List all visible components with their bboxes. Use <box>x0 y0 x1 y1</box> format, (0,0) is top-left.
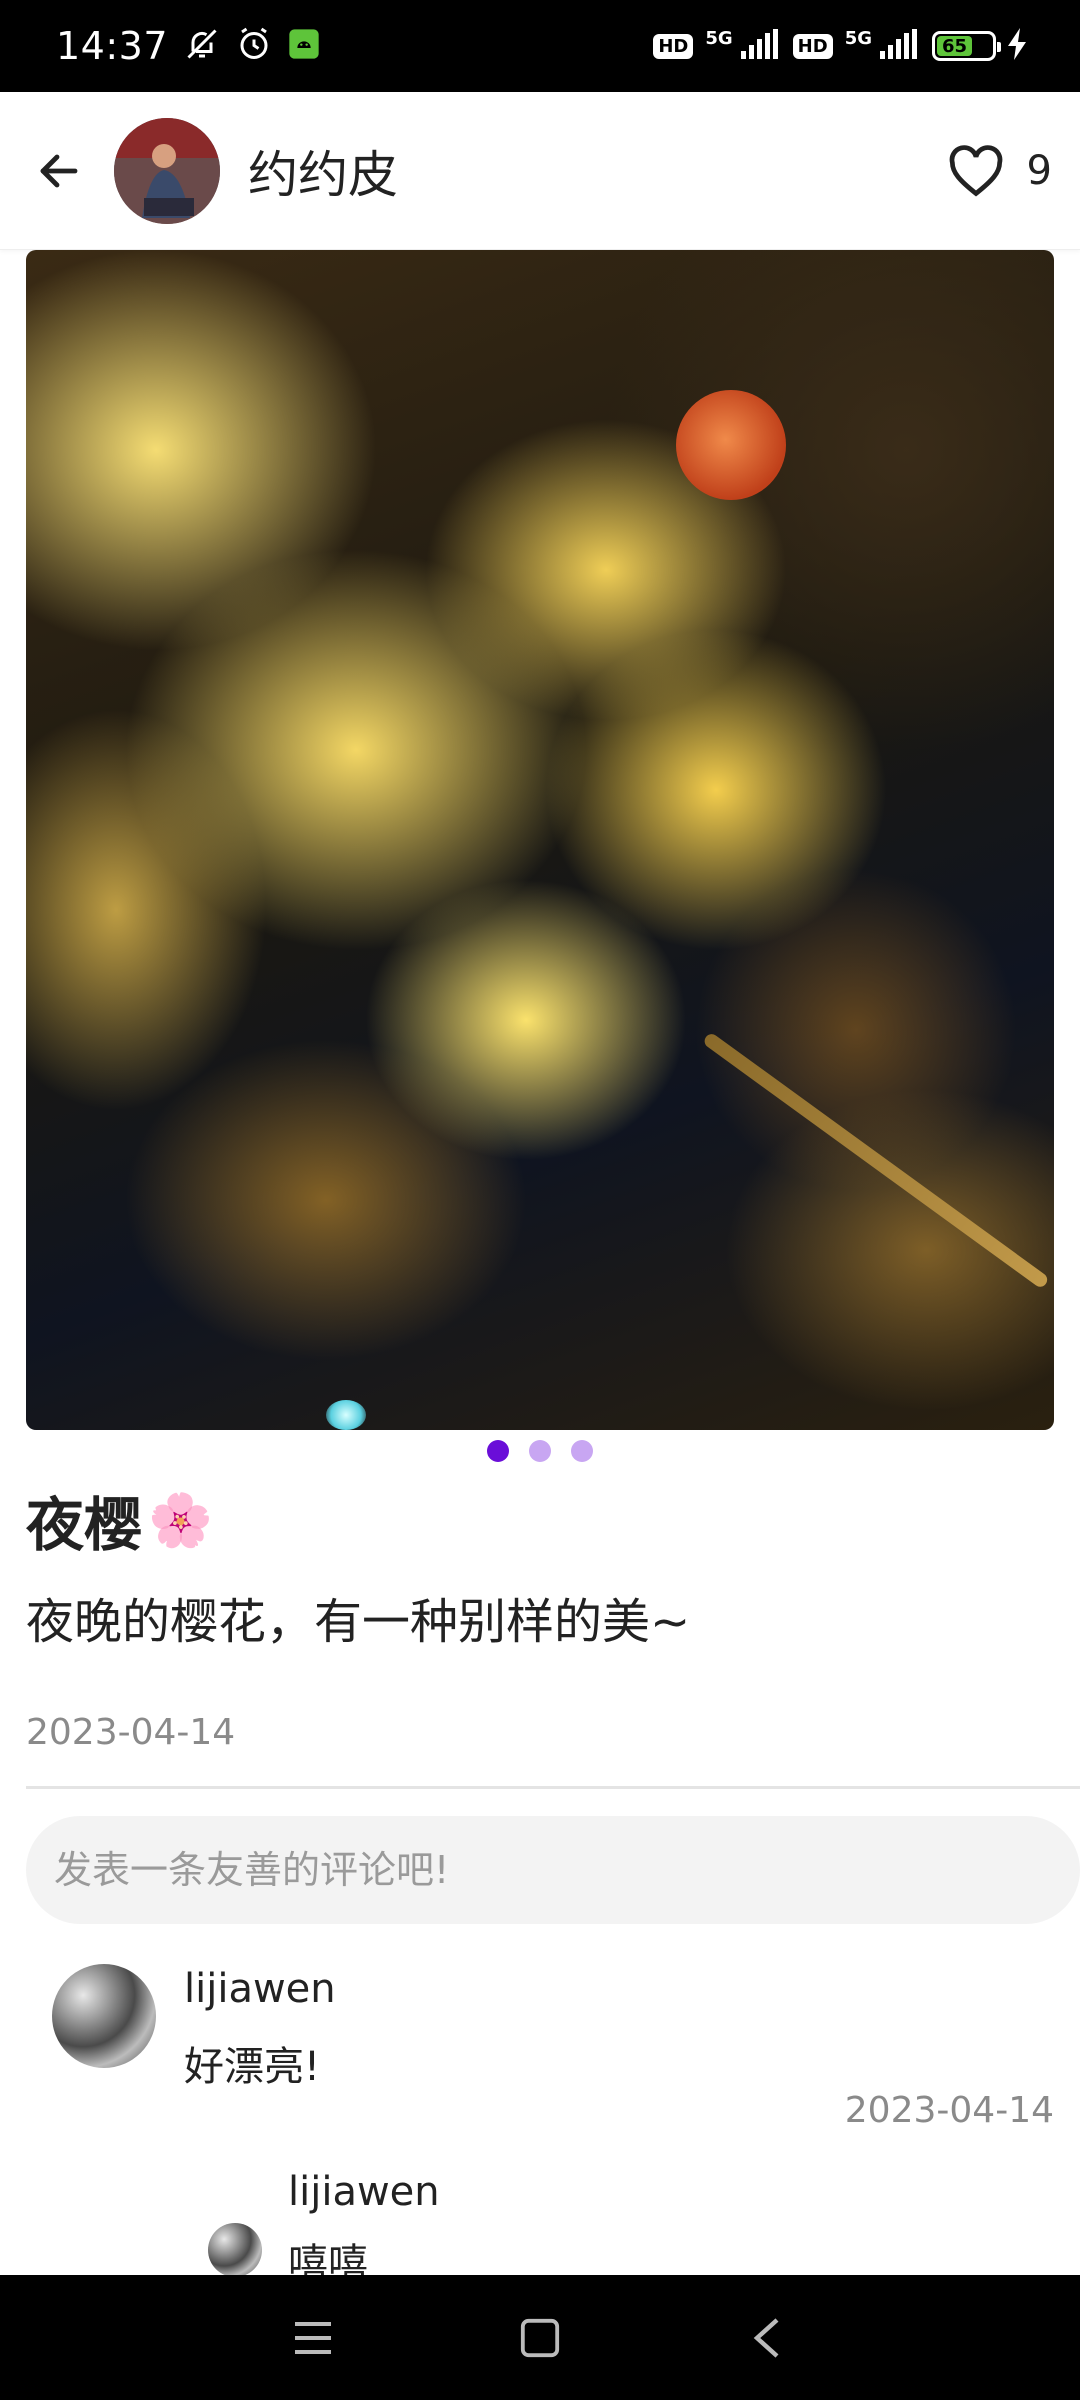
carousel-dot[interactable] <box>487 1440 509 1462</box>
network-type: 5G <box>705 28 733 49</box>
post-body: 夜晚的樱花，有一种别样的美~ <box>26 1594 691 1650</box>
comment-reply: lijiawen 嘻嘻 <box>0 2165 1080 2275</box>
post-date: 2023-04-14 <box>26 1712 236 1753</box>
carousel-dot[interactable] <box>571 1440 593 1462</box>
photo-branch <box>701 1031 1050 1290</box>
divider <box>26 1786 1080 1789</box>
post-title: 夜樱 🌸 <box>26 1480 213 1560</box>
comment-text: 好漂亮! <box>184 2044 321 2090</box>
cherry-blossom-emoji: 🌸 <box>148 1490 213 1551</box>
back-arrow-icon <box>40 154 78 187</box>
charging-icon <box>1008 28 1028 64</box>
back-nav-button[interactable] <box>732 2303 802 2373</box>
photo-flower-bud <box>676 390 786 500</box>
alarm-icon <box>236 26 272 66</box>
signal-icon <box>740 29 781 63</box>
hd-icon: HD <box>792 33 833 59</box>
home-square-icon <box>520 2318 560 2357</box>
comment-item: lijiawen 好漂亮! 2023-04-14 <box>0 1960 1080 2140</box>
commenter-name[interactable]: lijiawen <box>184 1966 336 2012</box>
back-button[interactable] <box>28 140 90 202</box>
network-type: 5G <box>844 28 872 49</box>
author-avatar[interactable] <box>114 117 220 224</box>
author-name[interactable]: 约约皮 <box>248 135 398 207</box>
signal-icon <box>880 29 920 63</box>
menu-icon <box>295 2321 332 2354</box>
battery-level: 65 <box>937 36 973 57</box>
comment-input[interactable] <box>26 1816 1080 1924</box>
status-bar-left: 14:37 <box>56 24 320 68</box>
post-header: 约约皮 9 <box>0 92 1080 250</box>
bell-off-icon <box>184 26 220 66</box>
clock: 14:37 <box>56 24 169 68</box>
like-count: 9 <box>1026 147 1052 194</box>
home-button[interactable] <box>505 2303 575 2373</box>
commenter-avatar[interactable] <box>208 2223 262 2275</box>
heart-outline-icon <box>949 144 1002 196</box>
back-chevron-icon <box>753 2317 779 2358</box>
commenter-avatar[interactable] <box>52 1964 156 2068</box>
commenter-name[interactable]: lijiawen <box>288 2169 440 2215</box>
comment-text: 嘻嘻 <box>288 2241 368 2275</box>
photo-light <box>326 1400 366 1430</box>
status-bar: 14:37 HD 5G HD 5G 65 <box>0 0 1080 92</box>
battery-icon: 65 <box>932 31 1001 61</box>
status-bar-right: HD 5G HD 5G 65 <box>653 28 1028 64</box>
menu-button[interactable] <box>278 2303 348 2373</box>
android-notification-icon <box>288 28 320 64</box>
hd-icon: HD <box>653 33 694 59</box>
post-photo[interactable] <box>26 250 1054 1430</box>
system-nav-bar <box>0 2275 1080 2400</box>
carousel-dot[interactable] <box>529 1440 551 1462</box>
carousel-indicator <box>0 1440 1080 1462</box>
like-button[interactable]: 9 <box>947 144 1052 197</box>
post-title-text: 夜樱 <box>26 1491 143 1559</box>
comment-date: 2023-04-14 <box>844 2090 1054 2131</box>
